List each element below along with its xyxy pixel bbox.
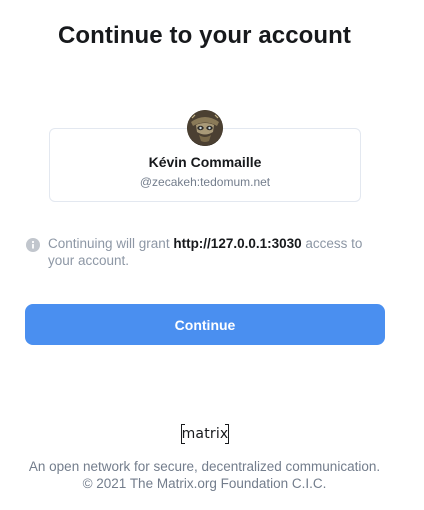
- matrix-logo: matrix: [181, 424, 229, 444]
- login-consent-page: Continue to your account Kévin Commaille…: [0, 0, 424, 510]
- footer-tagline: An open network for secure, decentralize…: [28, 459, 381, 474]
- continue-button[interactable]: Continue: [25, 304, 385, 345]
- client-uri: http://127.0.0.1:3030: [173, 236, 302, 251]
- consent-text: Continuing will grant http://127.0.0.1:3…: [48, 235, 386, 269]
- logo-bracket-right: [225, 424, 229, 444]
- user-avatar-image: [187, 110, 223, 146]
- avatar: [187, 110, 223, 146]
- consent-notice: Continuing will grant http://127.0.0.1:3…: [26, 235, 386, 269]
- logo-text: matrix: [181, 426, 229, 442]
- account-display-name: Kévin Commaille: [148, 154, 262, 170]
- page-title: Continue to your account: [57, 22, 352, 49]
- account-user-id: @zecakeh:tedomum.net: [139, 175, 271, 189]
- info-icon: [26, 238, 40, 252]
- logo-bracket-left: [181, 424, 185, 444]
- footer-copyright: © 2021 The Matrix.org Foundation C.I.C.: [82, 476, 327, 491]
- consent-text-before: Continuing will grant: [48, 236, 174, 251]
